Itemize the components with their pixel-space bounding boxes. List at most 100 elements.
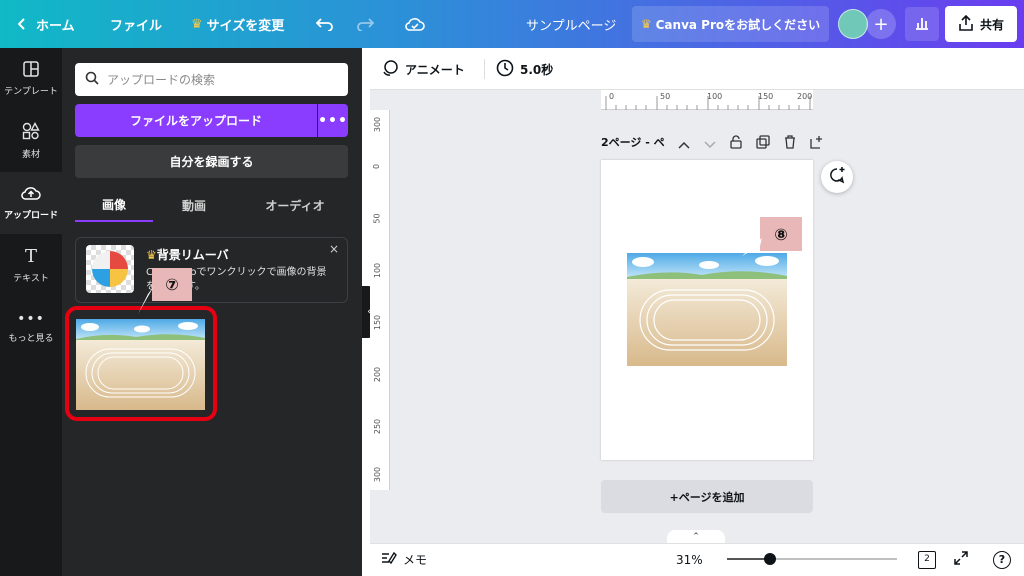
template-icon xyxy=(23,61,39,80)
home-label: ホーム xyxy=(36,18,75,34)
beach-ball xyxy=(92,251,128,287)
animate-button[interactable]: アニメート xyxy=(381,48,465,90)
more-dots-icon: ••• xyxy=(318,112,348,129)
callout-pointer xyxy=(138,286,154,314)
page-controls xyxy=(678,134,824,152)
lock-icon[interactable] xyxy=(730,134,742,153)
zoom-value[interactable]: 31% xyxy=(676,543,703,576)
duration-button[interactable]: 5.0秒 xyxy=(496,48,553,90)
tab-label: 画像 xyxy=(101,197,126,212)
upload-more-options-button[interactable]: ••• xyxy=(318,104,348,137)
undo-button[interactable] xyxy=(316,0,334,48)
fullscreen-button[interactable] xyxy=(953,543,969,576)
add-collaborator-button[interactable]: + xyxy=(866,9,896,39)
duration-label: 5.0秒 xyxy=(520,62,554,77)
home-button[interactable]: ホーム xyxy=(18,0,75,48)
chevron-down-icon[interactable] xyxy=(704,134,716,153)
editor-toolbar xyxy=(370,48,1024,90)
background-remover-promo[interactable]: ♛背景リムーバ Canva Proでワンクリックで画像の背景を消せます。 × xyxy=(75,237,348,303)
rail-label: もっと見る xyxy=(8,333,54,344)
upload-icon xyxy=(21,185,41,204)
chevron-up-icon[interactable] xyxy=(678,134,690,153)
canva-pro-trial-button[interactable]: ♛ Canva Proをお試しください xyxy=(632,6,829,42)
search-placeholder: アップロードの検索 xyxy=(107,73,216,87)
bar-chart-icon xyxy=(914,15,930,34)
callout-pointer xyxy=(742,238,762,256)
toolbar-divider xyxy=(484,59,485,79)
crown-icon: ♛ xyxy=(640,17,652,31)
notes-button[interactable]: メモ xyxy=(381,543,427,576)
design-page[interactable] xyxy=(601,160,813,460)
help-icon: ? xyxy=(993,550,1011,569)
upload-files-button[interactable]: ファイルをアップロード xyxy=(75,104,317,137)
resize-label: サイズを変更 xyxy=(206,18,285,34)
trash-icon[interactable] xyxy=(784,134,796,153)
redo-icon xyxy=(356,17,374,31)
plus-icon: + xyxy=(873,13,889,35)
rail-item-elements[interactable]: 素材 xyxy=(0,110,62,172)
animate-label: アニメート xyxy=(405,62,465,77)
crown-icon: ♛ xyxy=(191,16,203,32)
zoom-label: 31% xyxy=(676,552,703,567)
document-title-text: サンプルページ xyxy=(526,18,617,34)
zoom-slider-knob[interactable] xyxy=(764,553,776,565)
ruler-label: 300 xyxy=(373,116,383,133)
file-menu[interactable]: ファイル xyxy=(110,0,162,48)
ruler-label: 100 xyxy=(373,262,383,279)
upload-files-label: ファイルをアップロード xyxy=(129,114,262,128)
rail-item-uploads[interactable]: アップロード xyxy=(0,172,62,234)
tab-videos[interactable]: 動画 xyxy=(155,188,233,222)
ruler-label: 0 xyxy=(609,92,615,101)
help-button[interactable]: ? xyxy=(993,543,1011,576)
share-label: 共有 xyxy=(979,17,1004,32)
highlight-frame xyxy=(65,306,217,421)
rail-item-more[interactable]: ••• もっと見る xyxy=(0,296,62,358)
text-icon: T xyxy=(24,246,37,267)
rail-label: 素材 xyxy=(21,150,40,160)
document-title[interactable]: サンプルページ xyxy=(526,0,616,48)
insights-button[interactable] xyxy=(905,7,939,41)
callout-number: ⑧ xyxy=(774,224,788,244)
callout-number: ⑦ xyxy=(165,275,179,294)
search-icon xyxy=(85,71,99,88)
undo-icon xyxy=(316,17,334,31)
vertical-ruler: 300 0 50 100 150 200 250 300 xyxy=(370,110,390,490)
ruler-label: 200 xyxy=(797,92,813,101)
add-page-button[interactable]: +ページを追加 xyxy=(601,480,813,513)
ruler-label: 150 xyxy=(758,92,774,101)
file-label: ファイル xyxy=(110,18,163,34)
notes-label: メモ xyxy=(403,553,428,567)
annotation-callout-8: ⑧ xyxy=(760,217,802,251)
tab-audio[interactable]: オーディオ xyxy=(242,188,348,222)
crown-icon: ♛ xyxy=(146,248,157,262)
page-count-button[interactable]: 2 xyxy=(918,543,936,576)
promo-title-text: 背景リムーバ xyxy=(156,248,229,262)
ruler-label: 250 xyxy=(373,418,383,435)
chevron-left-icon xyxy=(18,18,26,30)
show-pages-handle[interactable]: ⌃ xyxy=(667,530,725,544)
comment-plus-icon xyxy=(828,166,846,188)
redo-button[interactable] xyxy=(356,0,374,48)
close-icon[interactable]: × xyxy=(329,242,339,256)
ruler-label: 50 xyxy=(660,92,671,101)
add-page-icon[interactable] xyxy=(810,134,824,153)
duplicate-icon[interactable] xyxy=(756,134,770,153)
rail-label: テキスト xyxy=(13,274,49,284)
add-comment-button[interactable] xyxy=(821,161,853,193)
help-label: ? xyxy=(998,552,1006,566)
record-yourself-button[interactable]: 自分を録画する xyxy=(75,145,348,178)
search-input[interactable]: アップロードの検索 xyxy=(75,63,348,96)
rail-item-text[interactable]: T テキスト xyxy=(0,234,62,296)
page-title[interactable]: 2ページ - ペ xyxy=(601,134,665,150)
tab-images[interactable]: 画像 xyxy=(75,188,153,222)
share-button[interactable]: 共有 xyxy=(945,6,1017,42)
resize-button[interactable]: ♛ サイズを変更 xyxy=(191,0,284,48)
avatar[interactable] xyxy=(838,9,868,39)
rail-label: アップロード xyxy=(3,211,58,221)
rail-item-templates[interactable]: テンプレート xyxy=(0,48,62,110)
track-image-on-page[interactable] xyxy=(627,253,787,366)
tab-label: オーディオ xyxy=(265,198,325,213)
chevron-up-icon: ⌃ xyxy=(692,532,700,542)
add-page-label: +ページを追加 xyxy=(669,490,745,504)
cloud-save-status[interactable] xyxy=(405,0,425,48)
